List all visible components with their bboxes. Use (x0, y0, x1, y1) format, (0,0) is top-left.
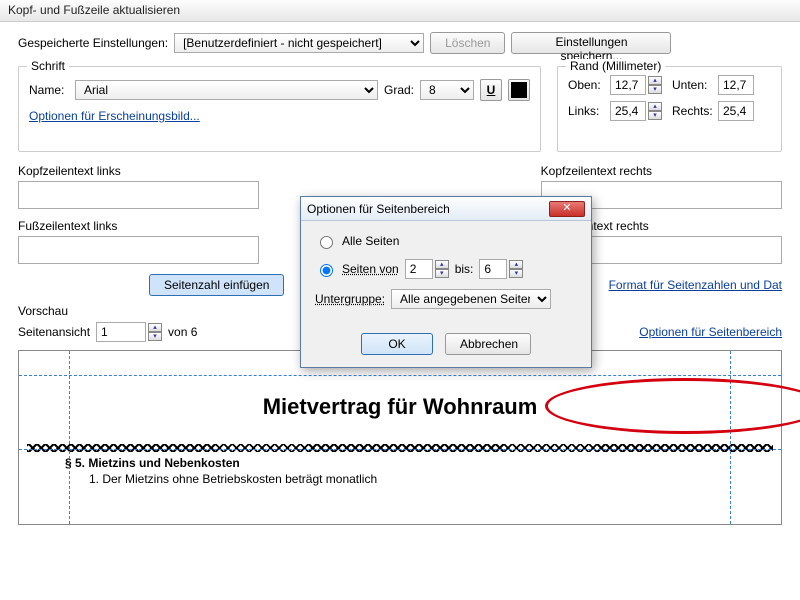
margin-right-spin[interactable] (718, 101, 754, 121)
font-name-combo[interactable]: Arial (75, 80, 378, 100)
close-icon[interactable]: ✕ (549, 201, 585, 217)
margin-bottom-spin[interactable] (718, 75, 754, 95)
cancel-button[interactable]: Abbrechen (445, 333, 531, 355)
saved-settings-label: Gespeicherte Einstellungen: (18, 36, 168, 50)
font-group: Schrift Name: Arial Grad: 8 U Optionen f… (18, 66, 541, 152)
from-page-spin[interactable]: ▴▾ (405, 259, 449, 279)
ok-button[interactable]: OK (361, 333, 433, 355)
underline-icon[interactable]: U (480, 79, 502, 101)
font-size-combo[interactable]: 8 (420, 80, 474, 100)
doc-title: Mietvertrag für Wohnraum (19, 381, 781, 430)
margin-group: Rand (Millimeter) Oben: ▴▾ Unten: Links:… (557, 66, 782, 152)
dialog-title: Optionen für Seitenbereich (307, 202, 450, 216)
appearance-options-link[interactable]: Optionen für Erscheinungsbild... (29, 109, 200, 123)
page-view-spin[interactable]: ▴▾ (96, 322, 162, 342)
insert-page-number-button[interactable]: Seitenzahl einfügen (149, 274, 284, 296)
font-size-label: Grad: (384, 83, 414, 97)
margin-left-spin[interactable]: ▴▾ (610, 101, 662, 121)
delete-button[interactable]: Löschen (430, 32, 505, 54)
subgroup-combo[interactable]: Alle angegebenen Seiten (391, 289, 551, 309)
page-range-options-link[interactable]: Optionen für Seitenbereich (639, 325, 782, 339)
pages-from-radio[interactable] (320, 264, 333, 277)
pagenum-format-link[interactable]: Format für Seitenzahlen und Dat (609, 278, 782, 292)
page-range-dialog: Optionen für Seitenbereich ✕ Alle Seiten… (300, 196, 592, 368)
main-window: Kopf- und Fußzeile aktualisieren Gespeic… (0, 0, 800, 600)
saved-settings-combo[interactable]: [Benutzerdefiniert - nicht gespeichert] (174, 33, 424, 53)
footer-left-input[interactable] (18, 236, 259, 264)
all-pages-radio[interactable] (320, 236, 333, 249)
font-name-label: Name: (29, 83, 69, 97)
margin-top-spin[interactable]: ▴▾ (610, 75, 662, 95)
preview-pane: Mietvertrag für Wohnraum § 5. Mietzins u… (18, 350, 782, 525)
save-settings-button[interactable]: Einstellungen speichern... (511, 32, 671, 54)
font-color-button[interactable] (508, 79, 530, 101)
window-title: Kopf- und Fußzeile aktualisieren (0, 0, 800, 22)
header-left-input[interactable] (18, 181, 259, 209)
to-page-spin[interactable]: ▴▾ (479, 259, 523, 279)
